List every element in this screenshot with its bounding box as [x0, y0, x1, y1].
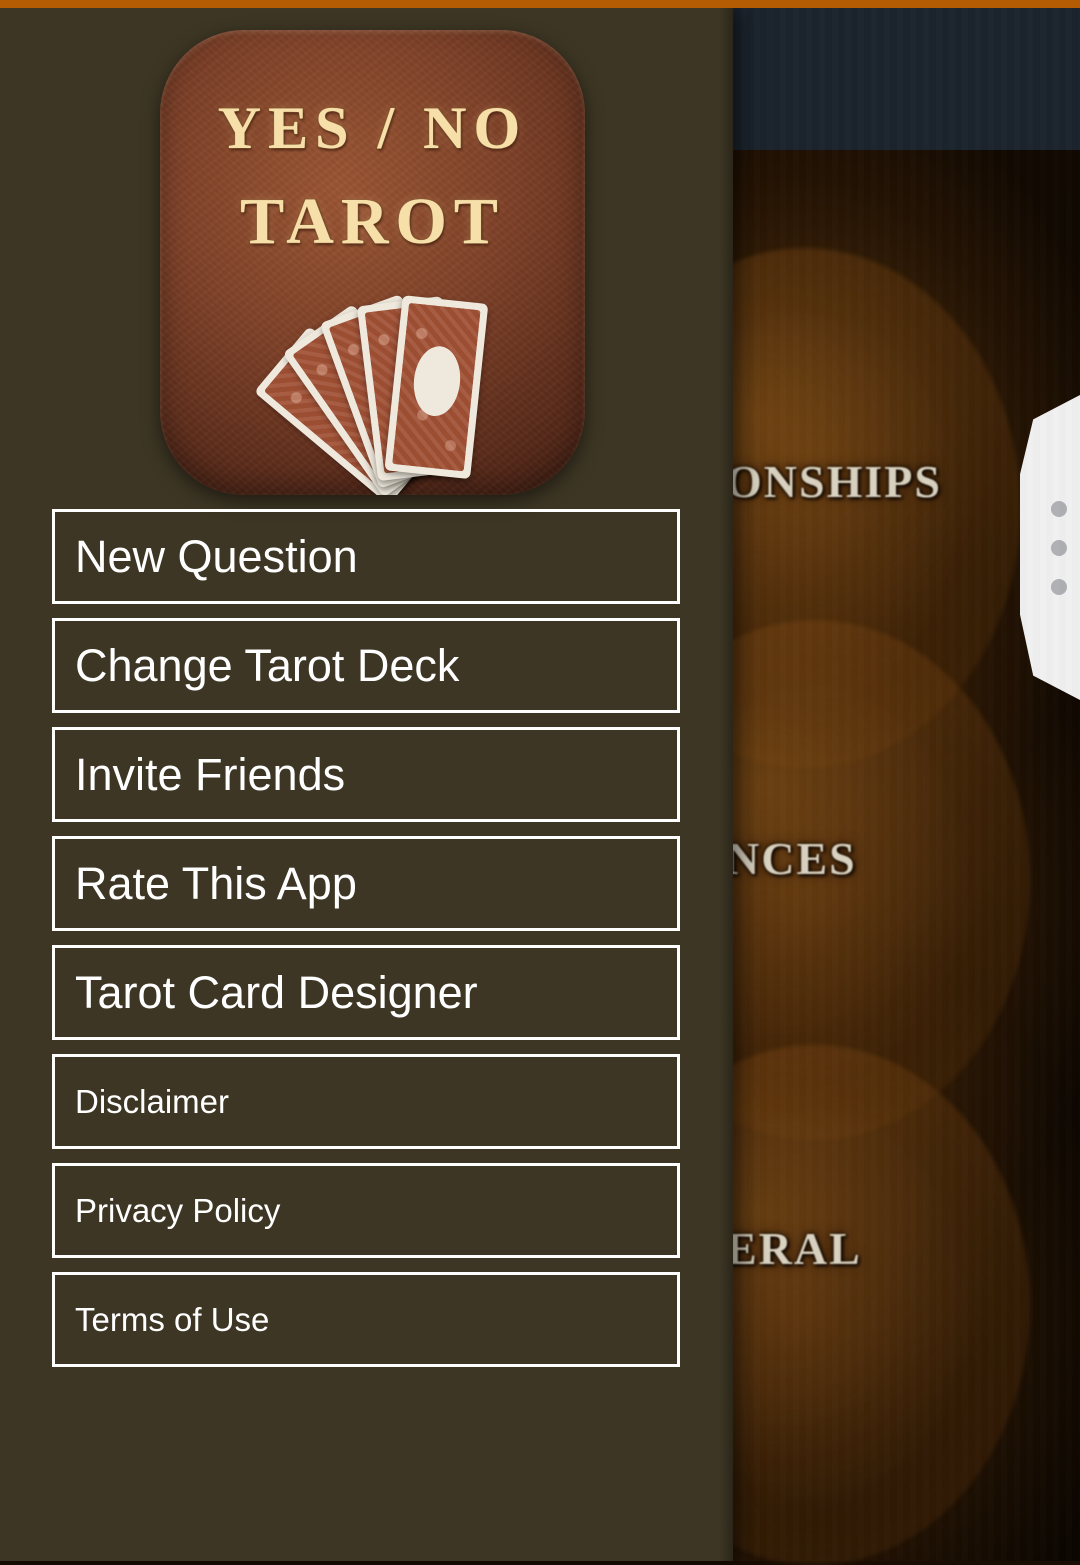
drawer-item-privacy-policy[interactable]: Privacy Policy — [52, 1163, 680, 1258]
drawer-item-label: Terms of Use — [75, 1300, 270, 1338]
app-logo: YES / NO TAROT — [160, 30, 585, 495]
drawer-menu-list: New Question Change Tarot Deck Invite Fr… — [52, 509, 680, 1381]
app-icon-title-line-2: TAROT — [239, 184, 505, 259]
tarot-card-icon — [384, 295, 489, 480]
navigation-drawer: YES / NO TAROT New Question Change Tarot… — [0, 8, 733, 1561]
drawer-item-terms-of-use[interactable]: Terms of Use — [52, 1272, 680, 1367]
drawer-item-label: New Question — [75, 530, 358, 582]
drawer-item-label: Privacy Policy — [75, 1191, 281, 1229]
category-label-general: ERAL — [726, 1223, 862, 1274]
drawer-item-label: Change Tarot Deck — [75, 639, 460, 691]
drawer-item-invite-friends[interactable]: Invite Friends — [52, 727, 680, 822]
app-icon-tile: YES / NO TAROT — [160, 30, 585, 495]
drawer-item-label: Rate This App — [75, 857, 357, 909]
category-label-finances: NCES — [726, 833, 857, 884]
drawer-item-rate-this-app[interactable]: Rate This App — [52, 836, 680, 931]
overflow-dot-icon — [1051, 578, 1067, 595]
tarot-card-fan-icon — [253, 278, 585, 495]
drawer-item-label: Disclaimer — [75, 1082, 230, 1120]
drawer-item-new-question[interactable]: New Question — [52, 509, 680, 604]
category-label-relationships: ONSHIPS — [726, 456, 942, 507]
drawer-item-change-tarot-deck[interactable]: Change Tarot Deck — [52, 618, 680, 713]
side-tab-overflow-menu[interactable] — [1020, 395, 1080, 700]
drawer-item-disclaimer[interactable]: Disclaimer — [52, 1054, 680, 1149]
drawer-item-label: Tarot Card Designer — [75, 966, 478, 1018]
status-bar — [0, 0, 1080, 8]
drawer-item-tarot-card-designer[interactable]: Tarot Card Designer — [52, 945, 680, 1040]
overflow-dot-icon — [1051, 539, 1067, 556]
overflow-dot-icon — [1051, 500, 1067, 517]
app-icon-title-line-1: YES / NO — [217, 94, 528, 162]
drawer-item-label: Invite Friends — [75, 748, 346, 800]
